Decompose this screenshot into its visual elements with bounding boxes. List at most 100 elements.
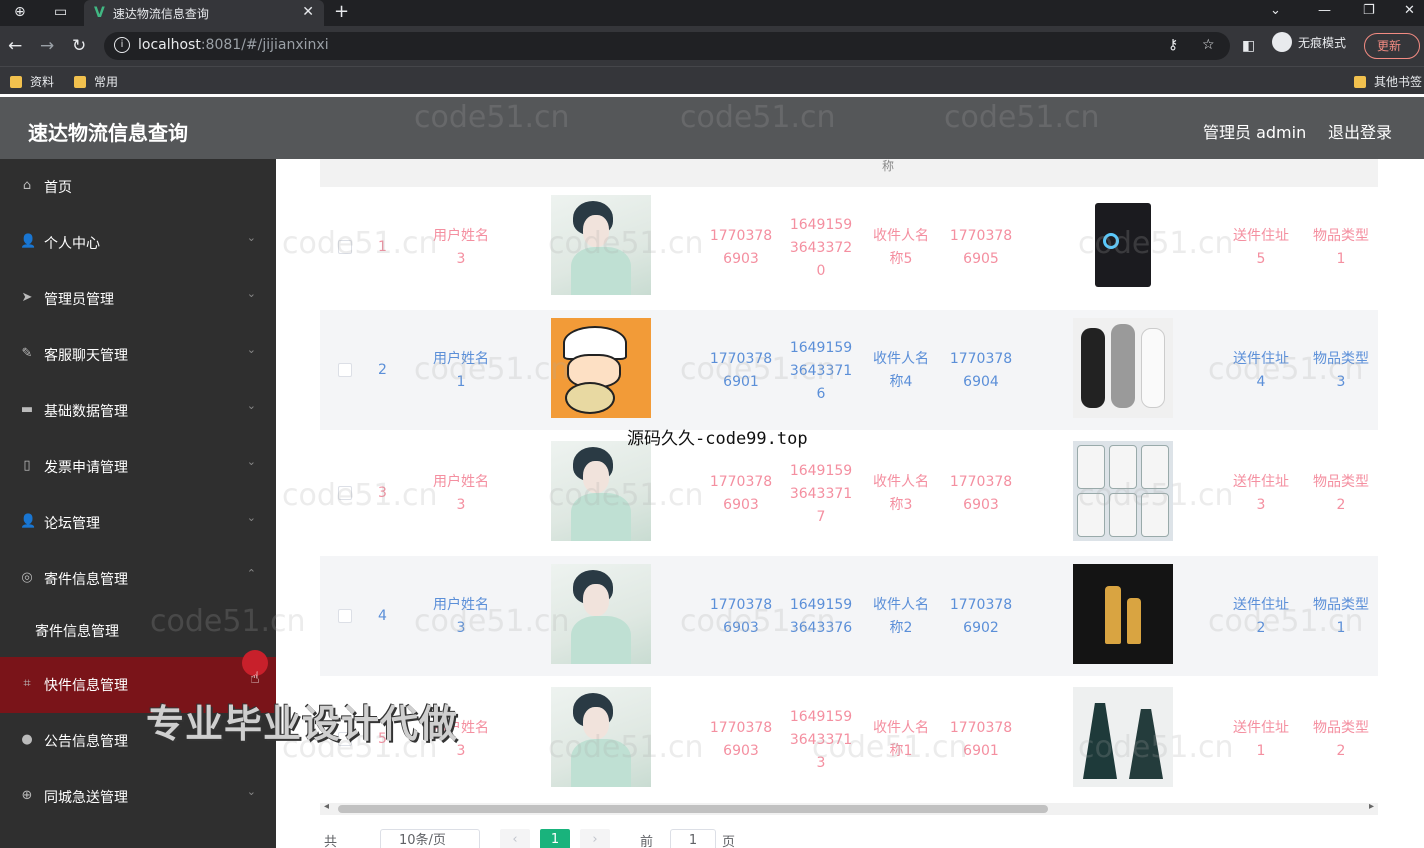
scroll-left-icon[interactable]: ◂ — [324, 801, 329, 812]
cell-receiver-phone: 1770378 6903 — [949, 474, 1013, 513]
cell-user: 用户姓名 3 — [433, 474, 489, 513]
chevron-down-icon: ⌄ — [246, 399, 256, 412]
sidebar-item-invoice[interactable]: ▯ 发票申请管理 ⌄ — [0, 439, 276, 495]
sidebar-item-forum[interactable]: 👤 论坛管理 ⌄ — [0, 495, 276, 551]
item-photo — [1073, 195, 1173, 295]
scrollbar-thumb[interactable] — [338, 805, 1048, 813]
forward-icon[interactable]: → — [40, 36, 54, 56]
cell-tracking-code: 1649159 3643372 0 — [789, 217, 853, 279]
table-row[interactable]: 1 用户姓名 3 1770378 6903 1649159 3643372 0 收件人名… — [320, 187, 1378, 307]
cell-item-type: 物品类型 1 — [1313, 597, 1369, 636]
vue-logo-icon: V — [94, 5, 105, 21]
chevron-down-icon: ⌄ — [246, 231, 256, 244]
row-checkbox[interactable] — [338, 609, 352, 623]
cell-tracking-code: 1649159 3643371 7 — [789, 463, 853, 525]
sidebar-item-chat[interactable]: ✎ 客服聊天管理 ⌄ — [0, 327, 276, 383]
address-bar[interactable]: i localhost:8081/#/jijianxinxi ⚷ ☆ — [104, 32, 1230, 60]
horizontal-scrollbar[interactable]: ◂ ▸ — [320, 801, 1378, 815]
table-row[interactable]: 4 用户姓名 3 1770378 6903 1649159 3643376 收件人名称… — [320, 556, 1378, 676]
table-row[interactable]: 3 用户姓名 3 1770378 6903 1649159 3643371 7 收件人名… — [320, 433, 1378, 553]
minimize-icon[interactable]: — — [1318, 3, 1331, 18]
cell-receiver: 收件人名 称1 — [873, 720, 929, 759]
table-row[interactable]: 5 用户姓名 3 1770378 6903 1649159 3643371 3 收件人名… — [320, 679, 1378, 799]
total-count: 共 5 条 — [324, 835, 338, 848]
cell-item-type: 物品类型 2 — [1313, 720, 1369, 759]
window-close-icon[interactable]: ✕ — [1404, 3, 1415, 18]
site-info-icon[interactable]: i — [114, 37, 130, 53]
page-1-button[interactable]: 1 — [540, 829, 570, 848]
sidebar-item-same-city[interactable]: ⊕ 同城急送管理 ⌄ — [0, 769, 276, 825]
incognito-indicator[interactable]: 无痕模式 — [1272, 32, 1346, 52]
other-bookmarks[interactable]: 其他书签 — [1354, 73, 1422, 90]
globe-icon: ⊕ — [21, 788, 33, 803]
restore-icon[interactable]: ❐ — [1363, 3, 1375, 18]
row-checkbox[interactable] — [338, 486, 352, 500]
tab-strip-icon[interactable]: ▭ — [54, 4, 67, 20]
sidebar-item-base-data[interactable]: ▬ 基础数据管理 ⌄ — [0, 383, 276, 439]
browser-tab[interactable]: V 速达物流信息查询 ✕ — [84, 0, 324, 26]
browser-globe-icon[interactable]: ⊕ — [14, 4, 26, 20]
tab-search-icon[interactable]: ⌄ — [1270, 3, 1281, 18]
bookmark-folder-1[interactable]: 资料 — [10, 73, 54, 90]
item-photo — [1073, 687, 1173, 787]
key-icon[interactable]: ⚷ — [1168, 37, 1178, 53]
item-photo — [1073, 318, 1173, 418]
book-icon: ▬ — [20, 402, 34, 417]
hand-cursor-icon: ☝ — [250, 668, 260, 687]
crop-icon: ⌗ — [23, 676, 31, 691]
cell-receiver-phone: 1770378 6905 — [949, 228, 1013, 267]
update-button[interactable]: 更新 — [1364, 33, 1420, 59]
sidebar-subitem-shipping[interactable]: 寄件信息管理 — [0, 603, 276, 659]
new-tab-button[interactable]: + — [334, 1, 349, 22]
edit-icon: ✎ — [21, 346, 33, 361]
chevron-down-icon: ⌄ — [246, 343, 256, 356]
reload-icon[interactable]: ↻ — [72, 36, 86, 56]
cell-address: 送件住址 1 — [1233, 720, 1289, 759]
cell-address: 送件住址 2 — [1233, 597, 1289, 636]
tab-title: 速达物流信息查询 — [112, 6, 209, 21]
user-avatar — [551, 441, 651, 541]
cell-index: 1 — [378, 239, 387, 255]
logout-button[interactable]: 退出登录 — [1328, 119, 1392, 143]
prev-page-button[interactable]: ‹ — [500, 829, 530, 848]
item-photo — [1073, 441, 1173, 541]
scroll-right-icon[interactable]: ▸ — [1369, 801, 1374, 812]
cell-phone: 1770378 6901 — [709, 351, 773, 390]
page-size-select[interactable]: 10条/页 — [380, 829, 480, 848]
cell-user: 用户姓名 1 — [433, 351, 489, 390]
user-avatar — [551, 195, 651, 295]
cell-receiver: 收件人名 称2 — [873, 597, 929, 636]
cell-tracking-code: 1649159 3643371 6 — [789, 340, 853, 402]
cell-index: 4 — [378, 608, 387, 624]
goto-page-input[interactable]: 1 — [670, 829, 716, 848]
table-row[interactable]: 2 用户姓名 1 1770378 6901 1649159 3643371 6 收件人名… — [320, 310, 1378, 430]
sidebar-item-home[interactable]: ⌂ 首页 — [0, 159, 276, 215]
source-overlay-text: 源码久久-code99.top — [627, 429, 808, 449]
chevron-down-icon: ⌄ — [246, 511, 256, 524]
chevron-down-icon: ⌄ — [246, 287, 256, 300]
cell-receiver: 收件人名 称3 — [873, 474, 929, 513]
chevron-down-icon: ⌄ — [246, 785, 256, 798]
next-page-button[interactable]: › — [580, 829, 610, 848]
current-user: 管理员 admin — [1203, 123, 1307, 142]
item-photo — [1073, 564, 1173, 664]
chevron-up-icon: ⌃ — [246, 567, 256, 580]
cell-address: 送件住址 3 — [1233, 474, 1289, 513]
bookmark-star-icon[interactable]: ☆ — [1202, 37, 1215, 53]
sidepanel-icon[interactable]: ◧ — [1242, 38, 1255, 54]
cell-receiver-phone: 1770378 6902 — [949, 597, 1013, 636]
tab-close-icon[interactable]: ✕ — [302, 4, 314, 20]
row-checkbox[interactable] — [338, 240, 352, 254]
circle-icon: ◎ — [21, 570, 33, 585]
sidebar-item-admins[interactable]: ➤ 管理员管理 ⌄ — [0, 271, 276, 327]
table-header: 称 — [320, 159, 1378, 187]
folder-icon — [74, 75, 86, 88]
sidebar-item-shipping[interactable]: ◎ 寄件信息管理 ⌃ — [0, 551, 276, 607]
cell-phone: 1770378 6903 — [709, 228, 773, 267]
row-checkbox[interactable] — [338, 363, 352, 377]
sidebar-item-profile[interactable]: 👤 个人中心 ⌄ — [0, 215, 276, 271]
cell-index: 2 — [378, 362, 387, 378]
bookmarks-bar: 资料 常用 其他书签 — [0, 66, 1424, 94]
back-icon[interactable]: ← — [8, 36, 22, 56]
bookmark-folder-2[interactable]: 常用 — [74, 73, 118, 90]
